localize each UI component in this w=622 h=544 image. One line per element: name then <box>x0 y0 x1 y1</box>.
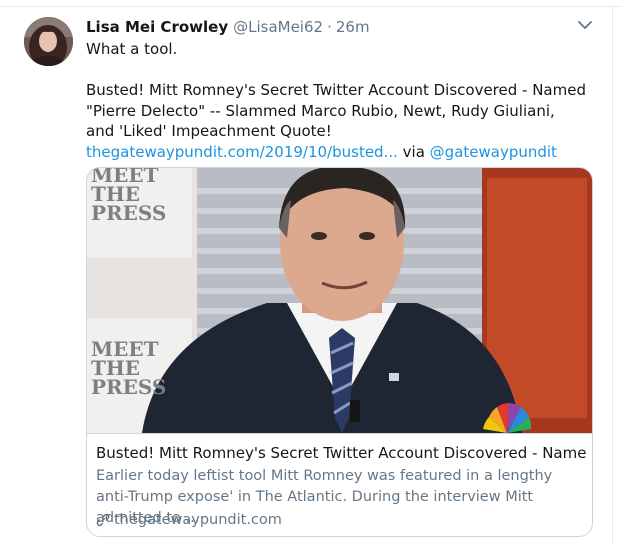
divider-top <box>0 6 622 7</box>
tweet-header: Lisa Mei Crowley @LisaMei62 · 26m <box>86 18 370 40</box>
avatar[interactable] <box>24 17 73 66</box>
link-card[interactable]: MEET THE PRESS MEET THE PRESS Busted! Mi… <box>86 167 593 537</box>
mention-link[interactable]: @gatewaypundit <box>430 143 557 161</box>
card-body: Busted! Mitt Romney's Secret Twitter Acc… <box>87 433 592 528</box>
image-logo-top: MEET THE PRESS <box>91 168 167 225</box>
separator-dot: · <box>327 18 332 36</box>
card-domain-text: thegatewaypundit.com <box>114 512 282 528</box>
image-logo-bottom: MEET THE PRESS <box>91 337 167 399</box>
card-domain: thegatewaypundit.com <box>96 512 282 528</box>
user-handle[interactable]: @LisaMei62 <box>233 18 323 36</box>
chevron-down-icon[interactable] <box>577 17 593 33</box>
card-image[interactable]: MEET THE PRESS MEET THE PRESS <box>87 168 592 433</box>
via-text: via <box>397 142 430 161</box>
article-link[interactable]: thegatewaypundit.com/2019/10/busted... <box>86 143 398 161</box>
avatar-image <box>24 17 73 66</box>
card-title: Busted! Mitt Romney's Secret Twitter Acc… <box>96 444 586 462</box>
display-name[interactable]: Lisa Mei Crowley <box>86 18 228 36</box>
tweet-text: What a tool. Busted! Mitt Romney's Secre… <box>86 39 586 162</box>
tweet-body: Busted! Mitt Romney's Secret Twitter Acc… <box>86 81 591 140</box>
divider-right <box>612 6 613 544</box>
timestamp[interactable]: 26m <box>336 18 370 36</box>
link-icon <box>96 513 110 527</box>
tweet-container: Lisa Mei Crowley @LisaMei62 · 26m What a… <box>0 0 622 544</box>
tweet-line-1: What a tool. <box>86 40 178 58</box>
